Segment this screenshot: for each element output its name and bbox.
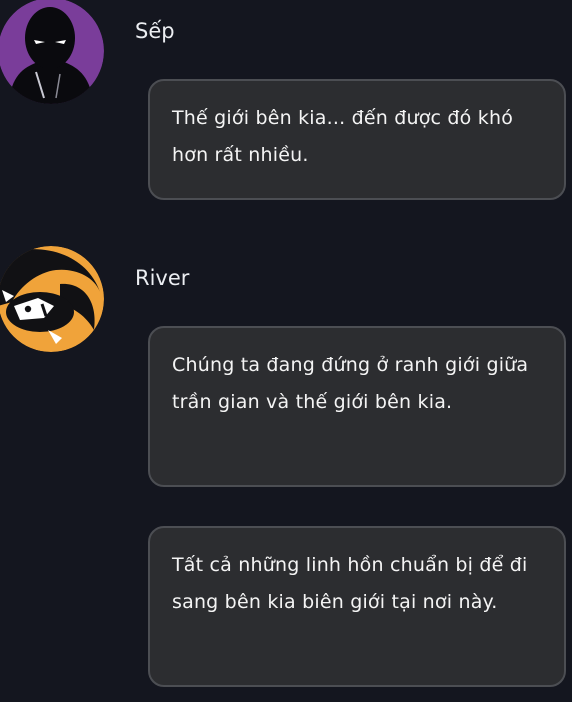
message-bubble: Thế giới bên kia... đến được đó khó hơn … [148, 79, 566, 200]
avatar-river[interactable] [0, 246, 104, 352]
shadow-figure-avatar-icon [0, 0, 104, 104]
avatar-sep[interactable] [0, 0, 104, 104]
sender-name-sep: Sếp [135, 19, 175, 43]
message-text: Chúng ta đang đứng ở ranh giới giữa trần… [172, 354, 529, 413]
message-text: Thế giới bên kia... đến được đó khó hơn … [172, 107, 514, 166]
message-text: Tất cả những linh hồn chuẩn bị để đi san… [172, 554, 528, 613]
message-bubble: Tất cả những linh hồn chuẩn bị để đi san… [148, 526, 566, 687]
masked-character-avatar-icon [0, 246, 104, 352]
sender-name-river: River [135, 266, 190, 290]
message-bubble: Chúng ta đang đứng ở ranh giới giữa trần… [148, 326, 566, 487]
